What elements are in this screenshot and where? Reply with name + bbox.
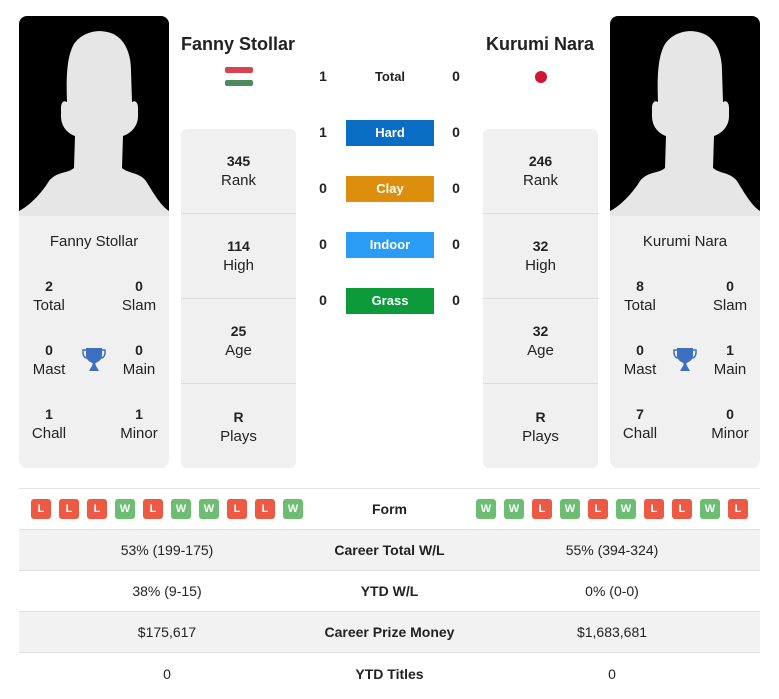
h2h-p2-value: 0 — [452, 68, 460, 84]
h2h-total-row: 1 Total 0 — [300, 64, 480, 90]
high-stat: 32 High — [483, 214, 598, 299]
silhouette-icon — [610, 31, 760, 216]
form-loss-badge[interactable]: L — [532, 499, 552, 519]
player1-titles-card: Fanny Stollar 2 Total 0 Slam 0 Mast 0 Main 1… — [19, 216, 169, 468]
plays-stat: R Plays — [220, 408, 257, 445]
form-win-badge[interactable]: W — [283, 499, 303, 519]
titles-chall: 7 Chall — [622, 406, 658, 442]
ytd-wl-label: YTD W/L — [360, 583, 419, 599]
player1-career-wl: 53% (199-175) — [120, 542, 214, 558]
titles-main: 0 Main — [122, 342, 156, 378]
h2h-p1-value: 1 — [319, 68, 327, 84]
form-win-badge[interactable]: W — [171, 499, 191, 519]
surface-hard-badge[interactable]: Hard — [346, 120, 434, 146]
player2-form: WWLWLWLLWL — [464, 499, 760, 519]
form-win-badge[interactable]: W — [700, 499, 720, 519]
titles-minor: 0 Minor — [711, 406, 749, 442]
prize-money-row: $175,617 Career Prize Money $1,683,681 — [19, 612, 760, 653]
player2-stats-card: 246 Rank 32 High 32 Age R Plays — [483, 129, 598, 468]
player1-ytd-wl: 38% (9-15) — [132, 583, 202, 599]
player1-stats-card: 345 Rank 114 High 25 Age R Plays — [181, 129, 296, 468]
player2-card-name: Kurumi Nara — [642, 233, 728, 250]
titles-minor: 1 Minor — [120, 406, 158, 442]
form-loss-badge[interactable]: L — [87, 499, 107, 519]
titles-mast: 0 Mast — [32, 342, 66, 378]
japan-flag-icon — [535, 71, 547, 83]
player2-career-wl: 55% (394-324) — [565, 542, 659, 558]
form-win-badge[interactable]: W — [199, 499, 219, 519]
player2-prize-money: $1,683,681 — [576, 624, 648, 640]
h2h-p1-value: 0 — [319, 180, 327, 196]
silhouette-icon — [19, 31, 169, 216]
player2-ytd-wl: 0% (0-0) — [585, 583, 639, 599]
age-stat: 32 Age — [483, 299, 598, 384]
rank-stat: 345 Rank — [181, 129, 296, 214]
titles-main: 1 Main — [713, 342, 747, 378]
player1-name[interactable]: Fanny Stollar — [158, 34, 318, 55]
form-win-badge[interactable]: W — [616, 499, 636, 519]
h2h-indoor-row: 0 Indoor 0 — [300, 232, 480, 258]
h2h-p2-value: 0 — [452, 124, 460, 140]
form-label: Form — [372, 501, 407, 517]
form-loss-badge[interactable]: L — [143, 499, 163, 519]
player2-ytd-titles: 0 — [608, 665, 616, 682]
surface-clay-badge[interactable]: Clay — [346, 176, 434, 202]
form-win-badge[interactable]: W — [476, 499, 496, 519]
player2-photo — [610, 16, 760, 216]
h2h-p2-value: 0 — [452, 292, 460, 308]
player1-prize-money: $175,617 — [137, 624, 197, 640]
form-loss-badge[interactable]: L — [227, 499, 247, 519]
ytd-wl-row: 38% (9-15) YTD W/L 0% (0-0) — [19, 571, 760, 612]
h2h-p1-value: 1 — [319, 124, 327, 140]
trophy-icon — [673, 348, 697, 371]
titles-slam: 0 Slam — [121, 278, 157, 314]
player2-name[interactable]: Kurumi Nara — [460, 34, 620, 55]
titles-mast: 0 Mast — [623, 342, 657, 378]
form-loss-badge[interactable]: L — [672, 499, 692, 519]
surface-indoor-badge[interactable]: Indoor — [346, 232, 434, 258]
age-stat: 25 Age — [181, 299, 296, 384]
career-wl-row: 53% (199-175) Career Total W/L 55% (394-… — [19, 530, 760, 571]
form-win-badge[interactable]: W — [504, 499, 524, 519]
form-loss-badge[interactable]: L — [644, 499, 664, 519]
hungary-flag-icon — [225, 67, 253, 87]
h2h-hard-row: 1 Hard 0 — [300, 120, 480, 146]
player1-ytd-titles: 0 — [163, 665, 171, 682]
h2h-p2-value: 0 — [452, 236, 460, 252]
h2h-p2-value: 0 — [452, 180, 460, 196]
form-win-badge[interactable]: W — [115, 499, 135, 519]
player1-photo — [19, 16, 169, 216]
titles-chall: 1 Chall — [31, 406, 67, 442]
ytd-titles-label: YTD Titles — [355, 665, 424, 682]
ytd-titles-row: 0 YTD Titles 0 — [19, 653, 760, 694]
form-win-badge[interactable]: W — [560, 499, 580, 519]
prize-money-label: Career Prize Money — [324, 624, 455, 640]
form-loss-badge[interactable]: L — [255, 499, 275, 519]
player2-titles-card: Kurumi Nara 8 Total 0 Slam 0 Mast 1 Main 7 Ch… — [610, 216, 760, 468]
h2h-grass-row: 0 Grass 0 — [300, 288, 480, 314]
plays-stat: R Plays — [522, 408, 559, 445]
high-stat: 114 High — [181, 214, 296, 299]
comparison-table: LLLWLWWLLW Form WWLWLWLLWL 53% (199-175)… — [19, 488, 760, 694]
trophy-icon — [82, 348, 106, 371]
h2h-p1-value: 0 — [319, 292, 327, 308]
form-loss-badge[interactable]: L — [588, 499, 608, 519]
career-wl-label: Career Total W/L — [334, 542, 445, 558]
titles-slam: 0 Slam — [712, 278, 748, 314]
player1-form: LLLWLWWLLW — [19, 499, 315, 519]
form-loss-badge[interactable]: L — [728, 499, 748, 519]
form-row: LLLWLWWLLW Form WWLWLWLLWL — [19, 489, 760, 530]
h2h-total-label: Total — [374, 69, 406, 84]
h2h-clay-row: 0 Clay 0 — [300, 176, 480, 202]
rank-stat: 246 Rank — [483, 129, 598, 214]
form-loss-badge[interactable]: L — [31, 499, 51, 519]
player1-card-name: Fanny Stollar — [49, 233, 139, 250]
titles-total: 2 Total — [33, 278, 65, 314]
titles-total: 8 Total — [624, 278, 656, 314]
form-loss-badge[interactable]: L — [59, 499, 79, 519]
surface-grass-badge[interactable]: Grass — [346, 288, 434, 314]
h2h-p1-value: 0 — [319, 236, 327, 252]
